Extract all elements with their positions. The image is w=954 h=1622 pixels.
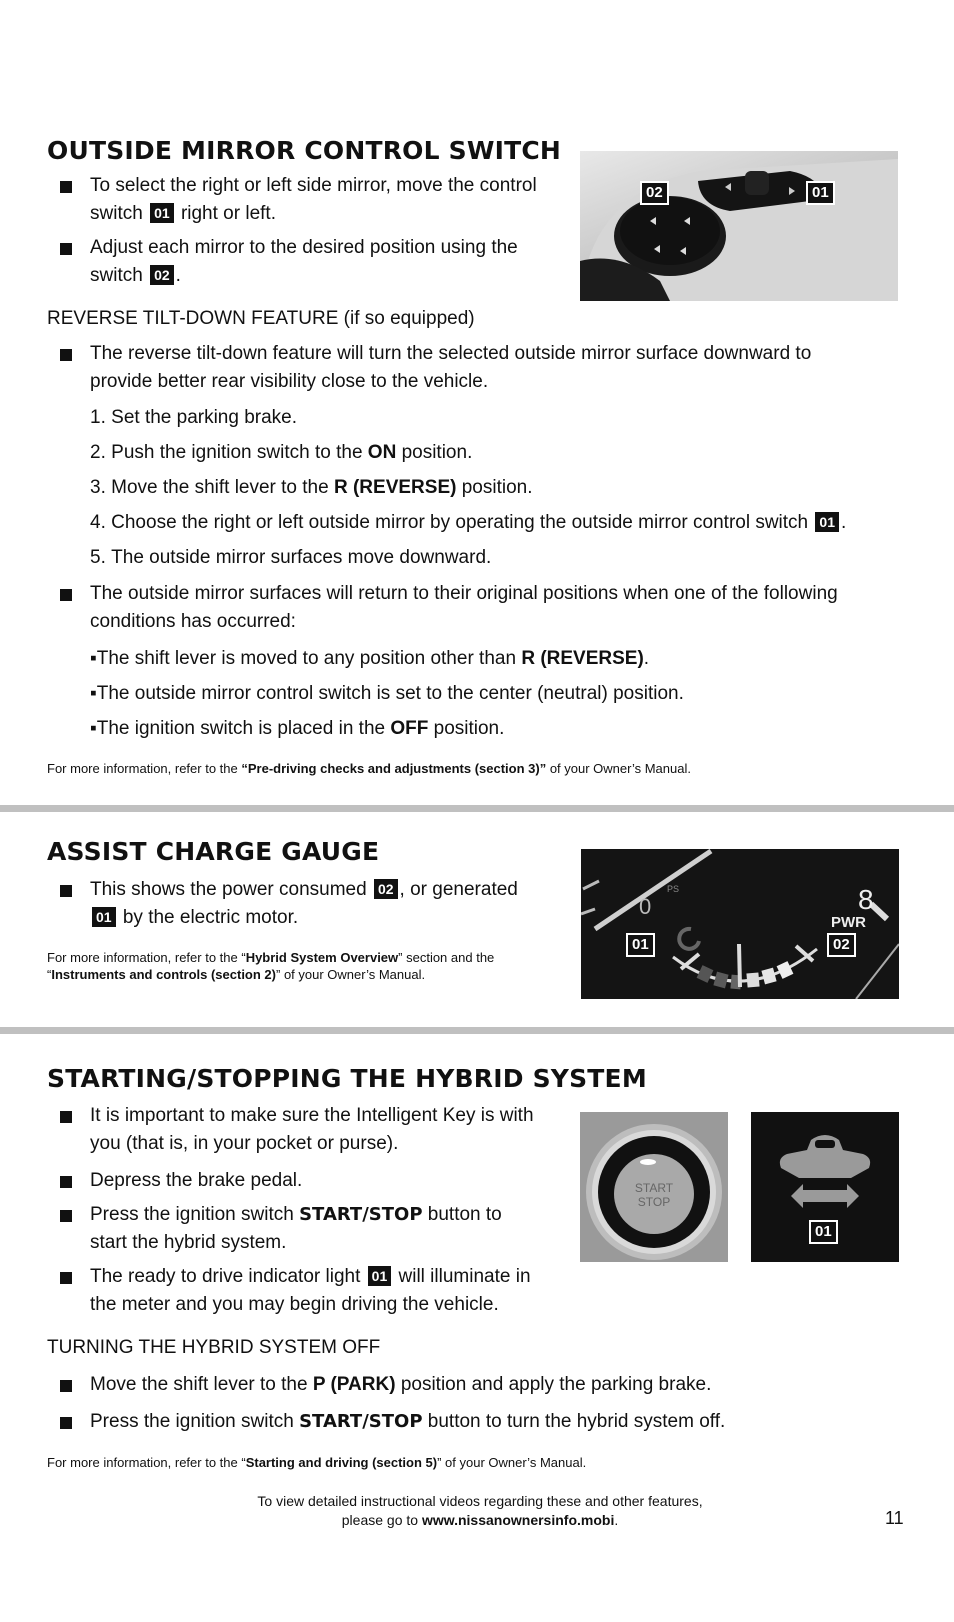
gauge-ps-label: PS	[667, 884, 679, 894]
start-stop-button-illustration: START STOP	[586, 1124, 722, 1260]
bullet-square-icon	[60, 349, 72, 361]
step-5: 5. The outside mirror surfaces move down…	[90, 547, 492, 568]
step-4: 4. Choose the right or left outside mirr…	[90, 512, 847, 533]
bullet-text: The reverse tilt-down feature will turn …	[90, 343, 812, 392]
small-bullet-icon: ▪	[90, 718, 97, 739]
bullet-text: Press the ignition switch START/STOP but…	[90, 1204, 502, 1253]
assist-charge-gauge-photo: PWR 8 PS 0 01 02	[581, 849, 899, 999]
step-2: 2. Push the ignition switch to the ON po…	[90, 442, 473, 463]
section-title-assist-charge: ASSIST CHARGE GAUGE	[47, 837, 380, 866]
step-3: 3. Move the shift lever to the R (REVERS…	[90, 477, 533, 498]
section-title-hybrid-system: STARTING/STOPPING THE HYBRID SYSTEM	[47, 1064, 647, 1093]
callout-badge: 02	[373, 879, 398, 899]
subheading-reverse-tilt-down: REVERSE TILT-DOWN FEATURE (if so equippe…	[47, 308, 475, 329]
image-callout-02: 02	[640, 181, 669, 205]
bullet-text: Press the ignition switch START/STOP but…	[90, 1411, 726, 1432]
bullet-text: It is important to make sure the Intelli…	[90, 1105, 534, 1154]
bullet-text: This shows the power consumed 02, or gen…	[90, 879, 518, 928]
bullet-square-icon	[60, 1380, 72, 1392]
list-item: Press the ignition switch START/STOP but…	[60, 1201, 570, 1257]
footer-link[interactable]: www.nissanownersinfo.mobi	[422, 1512, 614, 1528]
condition-item: ▪The outside mirror control switch is se…	[90, 683, 684, 704]
list-item: To select the right or left side mirror,…	[60, 172, 560, 228]
bullet-text: Depress the brake pedal.	[90, 1170, 303, 1191]
bullet-text: Move the shift lever to the P (PARK) pos…	[90, 1374, 712, 1395]
section-divider	[0, 1027, 954, 1034]
image-callout-02: 02	[827, 933, 856, 957]
list-item: This shows the power consumed 02, or gen…	[60, 876, 570, 932]
condition-item: ▪The ignition switch is placed in the OF…	[90, 718, 505, 739]
bullet-square-icon	[60, 1272, 72, 1284]
gauge-digit: 8	[858, 884, 874, 915]
image-callout-01: 01	[626, 933, 655, 957]
image-callout-01: 01	[809, 1220, 838, 1244]
list-item: The reverse tilt-down feature will turn …	[60, 340, 860, 396]
footer-note: To view detailed instructional videos re…	[257, 1493, 703, 1528]
list-item: Move the shift lever to the P (PARK) pos…	[60, 1371, 880, 1399]
list-item: Adjust each mirror to the desired positi…	[60, 234, 560, 290]
mirror-switch-illustration	[580, 159, 898, 301]
image-callout-01: 01	[806, 181, 835, 205]
start-label: START	[635, 1181, 674, 1195]
list-item: It is important to make sure the Intelli…	[60, 1102, 570, 1158]
bullet-square-icon	[60, 243, 72, 255]
start-stop-button-photo: START STOP	[580, 1112, 728, 1262]
reference-note: For more information, refer to the “Pre-…	[47, 761, 691, 776]
small-bullet-icon: ▪	[90, 683, 97, 704]
bullet-text: To select the right or left side mirror,…	[90, 175, 537, 224]
bullet-square-icon	[60, 885, 72, 897]
section-title-mirror: OUTSIDE MIRROR CONTROL SWITCH	[47, 136, 562, 165]
mirror-switch-photo: 02 01	[580, 151, 898, 301]
step-1: 1. Set the parking brake.	[90, 407, 298, 428]
section-divider	[0, 805, 954, 812]
bullet-square-icon	[60, 1417, 72, 1429]
callout-badge: 02	[150, 265, 174, 285]
bullet-text: The outside mirror surfaces will return …	[90, 583, 838, 632]
reference-note: For more information, refer to the “Star…	[47, 1455, 587, 1470]
list-item: Depress the brake pedal.	[60, 1167, 570, 1195]
gauge-illustration: PWR 8 PS 0	[581, 849, 899, 999]
page-number: 11	[885, 1508, 904, 1528]
bullet-square-icon	[60, 1210, 72, 1222]
small-bullet-icon: ▪	[90, 648, 97, 669]
bullet-text: Adjust each mirror to the desired positi…	[90, 237, 518, 286]
callout-badge: 01	[150, 203, 174, 223]
bullet-square-icon	[60, 589, 72, 601]
bullet-square-icon	[60, 1111, 72, 1123]
callout-badge: 01	[815, 512, 839, 532]
bullet-square-icon	[60, 181, 72, 193]
bullet-square-icon	[60, 1176, 72, 1188]
bullet-text: The ready to drive indicator light 01 wi…	[90, 1266, 531, 1315]
subheading-turning-off: TURNING THE HYBRID SYSTEM OFF	[47, 1337, 381, 1358]
condition-item: ▪The shift lever is moved to any positio…	[90, 648, 650, 669]
gauge-pwr-label: PWR	[831, 914, 866, 931]
list-item: The outside mirror surfaces will return …	[60, 580, 880, 636]
reference-note: For more information, refer to the “Hybr…	[47, 950, 495, 982]
list-item: The ready to drive indicator light 01 wi…	[60, 1263, 570, 1319]
stop-label: STOP	[638, 1195, 670, 1209]
svg-text:0: 0	[639, 894, 651, 919]
ready-indicator-photo: 01	[751, 1112, 899, 1262]
list-item: Press the ignition switch START/STOP but…	[60, 1408, 880, 1436]
callout-badge: 01	[367, 1266, 392, 1286]
callout-badge: 01	[92, 907, 116, 927]
